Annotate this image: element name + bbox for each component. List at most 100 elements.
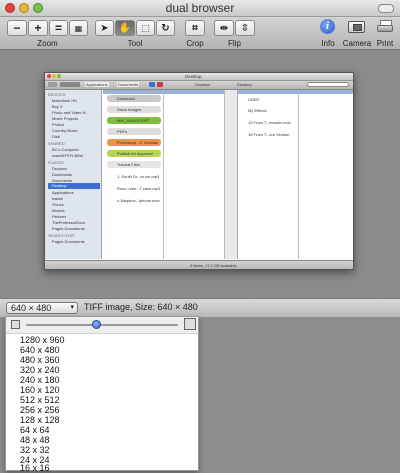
- size-option[interactable]: 16 x 16: [20, 463, 50, 473]
- image-size-value: 640 × 480: [11, 303, 52, 313]
- size-option[interactable]: 64 x 64: [20, 425, 50, 435]
- size-option[interactable]: 256 x 256: [20, 405, 60, 415]
- size-option[interactable]: 1280 x 960: [20, 335, 65, 345]
- window-title: dual browser: [165, 1, 235, 15]
- preview-sidebar-item: Disk: [52, 134, 60, 139]
- preview-close-dot: [47, 74, 51, 78]
- zoom-in-button[interactable]: +: [28, 20, 48, 36]
- title-bar: dual browser: [0, 0, 400, 17]
- preview-divider: [225, 90, 238, 259]
- preview-sidebar-item: Movies: [52, 208, 65, 213]
- preview-sidebar-item: BC's Computer: [52, 147, 79, 152]
- zoom-to-fit-button[interactable]: ▦: [69, 20, 88, 36]
- preview-file-item: c-3dsphoe...iphone.mov: [117, 198, 160, 203]
- zoom-group-label: Zoom: [37, 39, 58, 48]
- size-slider-track[interactable]: [26, 324, 178, 326]
- flip-horizontal-button[interactable]: ⇹: [214, 20, 234, 36]
- flip-vertical-icon: ⇳: [240, 22, 250, 34]
- preview-folder-item-green: MM_JAVASCRIPT: [107, 117, 161, 124]
- preview-sidebar: DEVICES Macintosh HD Boy 3 Photo and Vid…: [45, 90, 102, 259]
- toolbar-toggle-button[interactable]: [378, 4, 394, 13]
- size-option[interactable]: 480 x 360: [20, 355, 60, 365]
- preview-path-4: Desktop: [237, 82, 252, 87]
- preview-file-item: Runs Leen...T.case.mp3: [117, 186, 161, 191]
- small-image-icon: [11, 320, 20, 329]
- print-label: Print: [376, 39, 394, 48]
- status-bar: 640 × 480 ▾ TIFF image, Size: 640 × 480: [0, 298, 400, 317]
- preview-sidebar-item: Pages Documents: [52, 226, 85, 231]
- size-option[interactable]: 240 x 180: [20, 375, 60, 385]
- size-option[interactable]: 320 x 240: [20, 365, 60, 375]
- preview-folder-item: My Effects: [248, 108, 267, 113]
- preview-nav-buttons: [48, 82, 57, 87]
- rotate-button[interactable]: ↻: [156, 20, 175, 36]
- crop-button[interactable]: ⌗: [185, 20, 205, 36]
- image-info-text: TIFF image, Size: 640 × 480: [84, 302, 198, 312]
- preview-column-2: [164, 90, 225, 259]
- size-option[interactable]: 32 x 32: [20, 445, 50, 455]
- tool-group-label: Tool: [127, 39, 143, 48]
- previewed-image[interactable]: Desktop Applications Documents Dropbox D…: [44, 72, 354, 270]
- preview-status-text: 9 items, 17.2 GB available: [190, 263, 237, 268]
- size-option[interactable]: 128 x 128: [20, 415, 60, 425]
- preview-sidebar-item-selected: Desktop: [48, 183, 100, 189]
- size-option[interactable]: 512 x 512: [20, 395, 60, 405]
- info-icon: i: [325, 20, 330, 32]
- print-button[interactable]: [377, 20, 393, 34]
- preview-statusbar: 9 items, 17.2 GB available: [45, 260, 353, 269]
- preview-folder-item: Download: [107, 95, 161, 102]
- camera-button[interactable]: [348, 21, 365, 33]
- preview-sidebar-item: iTunes: [52, 202, 64, 207]
- actual-size-button[interactable]: =: [49, 20, 68, 36]
- crop-icon: ⌗: [192, 22, 198, 34]
- preview-sidebar-item: Boy 3: [52, 104, 63, 109]
- preview-dropbox-icon: [149, 82, 155, 87]
- info-label: Info: [321, 39, 335, 48]
- hand-icon: ✋: [118, 22, 132, 34]
- size-option[interactable]: 640 x 480: [20, 345, 60, 355]
- preview-titlebar: Desktop: [45, 73, 353, 81]
- rotate-icon: ↻: [161, 22, 170, 34]
- preview-column-header: [103, 90, 163, 94]
- preview-path-3: Dropbox: [195, 82, 211, 87]
- move-tool-button[interactable]: ✋: [115, 20, 135, 36]
- preview-file-item: 13 From T...ersonic.m4v: [248, 120, 291, 125]
- preview-sidebar-item: bakari: [52, 196, 63, 201]
- large-image-icon: [184, 318, 196, 330]
- flip-vertical-button[interactable]: ⇳: [235, 20, 255, 36]
- select-tool-button[interactable]: ⬚: [136, 20, 155, 36]
- preview-column-3: USER My Effects 13 From T...ersonic.m4v …: [238, 90, 299, 259]
- flip-horizontal-icon: ⇹: [219, 22, 229, 34]
- preview-folder-item-orange: Photoshop - 2 Tutorials: [107, 139, 161, 146]
- preview-column-header: [164, 90, 224, 94]
- preview-app-icon: [157, 82, 163, 87]
- preview-column-1: Download Stock Images MM_JAVASCRIPT PDFs…: [103, 90, 164, 259]
- size-slider-row: [6, 317, 198, 334]
- preview-folder-item: USER: [248, 97, 260, 102]
- preview-sidebar-heading-2: SHARED: [48, 141, 65, 146]
- preview-sidebar-item: Downloads: [52, 172, 72, 177]
- size-option[interactable]: 48 x 48: [20, 435, 50, 445]
- preview-zoom-dot: [57, 74, 61, 78]
- preview-file-item: 16 From T...our Version: [248, 132, 290, 137]
- size-option[interactable]: 160 x 120: [20, 385, 60, 395]
- zoom-out-button[interactable]: −: [7, 20, 27, 36]
- size-slider-knob[interactable]: [91, 320, 101, 329]
- toolbar: − + = ▦ Zoom ➤ ✋ ⬚ ↻ Tool ⌗ Crop ⇹ ⇳ Fli…: [0, 17, 400, 50]
- preview-sidebar-item: Dropbox: [52, 166, 68, 171]
- preview-path-1: Applications: [85, 82, 109, 87]
- chevron-down-icon: ▾: [70, 304, 74, 311]
- image-size-popup[interactable]: 640 × 480 ▾: [6, 302, 78, 314]
- preview-sidebar-heading-1: DEVICES: [48, 92, 66, 97]
- image-size-menu: 1280 x 960 640 x 480 480 x 360 320 x 240…: [5, 316, 199, 473]
- preview-window-title: Desktop: [185, 74, 202, 79]
- preview-folder-item-green: Publish for Approval: [107, 150, 161, 157]
- preview-sidebar-item: macbKFSYLB#W: [52, 153, 84, 158]
- preview-sidebar-item: Country Music: [52, 128, 78, 133]
- preview-folder-item: Stock Images: [107, 106, 161, 113]
- arrow-tool-button[interactable]: ➤: [95, 20, 114, 36]
- crop-label: Crop: [186, 39, 204, 48]
- info-button[interactable]: i: [320, 19, 335, 34]
- camera-icon: [353, 24, 362, 31]
- preview-sidebar-item: Pictures: [52, 214, 67, 219]
